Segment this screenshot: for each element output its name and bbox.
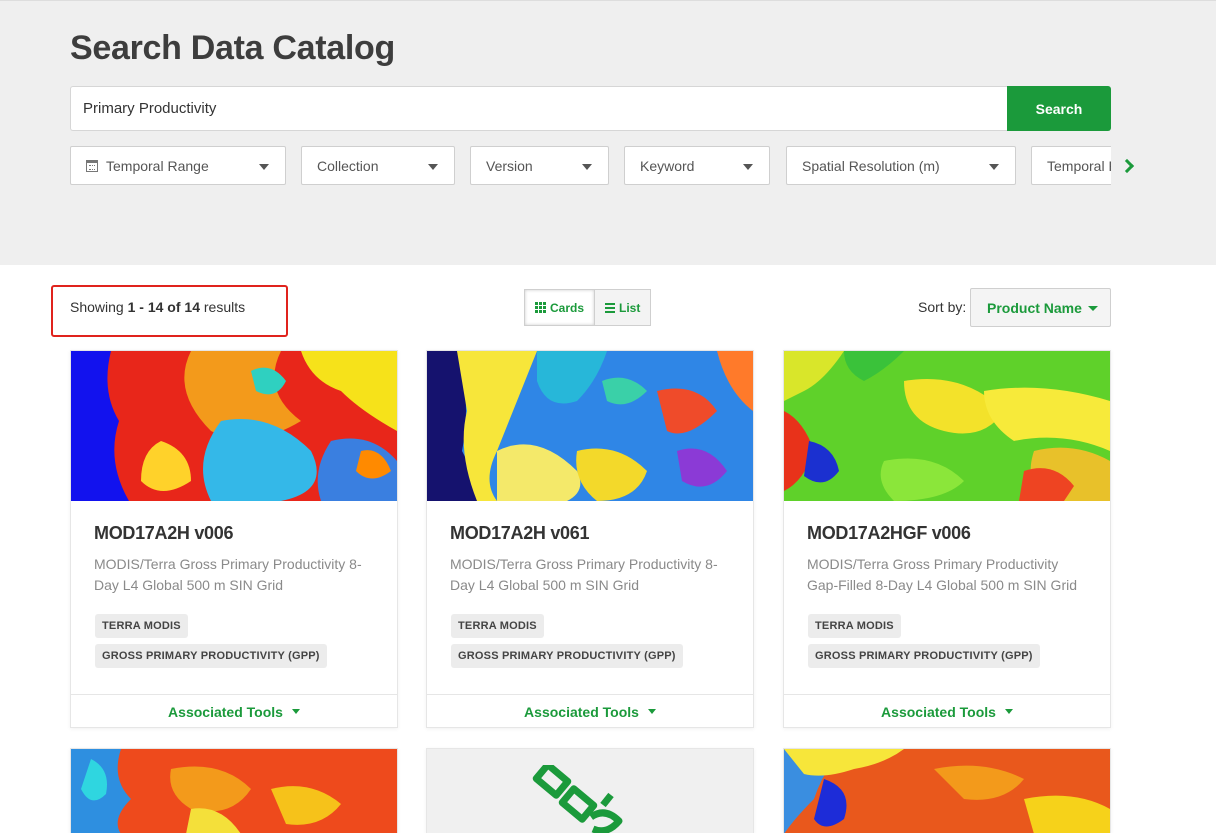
product-thumbnail — [71, 749, 397, 833]
filter-label: Temporal Resolution — [1047, 157, 1111, 174]
filter-label: Collection — [317, 157, 379, 174]
caret-down-icon — [647, 709, 656, 714]
filter-label: Temporal Range — [106, 157, 209, 174]
caret-down-icon — [582, 164, 592, 170]
annotation-highlight-box — [51, 285, 288, 337]
associated-tools-label: Associated Tools — [881, 703, 996, 720]
instrument-tag[interactable]: TERRA MODIS — [95, 614, 188, 638]
card-title[interactable]: MOD17A2H v006 — [94, 523, 233, 544]
spatial-resolution-filter[interactable]: Spatial Resolution (m) — [786, 146, 1016, 185]
sort-label: Sort by: — [918, 299, 967, 315]
filter-label: Version — [486, 157, 533, 174]
card-title[interactable]: MOD17A2H v061 — [450, 523, 589, 544]
keyword-filter[interactable]: Keyword — [624, 146, 770, 185]
cards-view-button[interactable]: Cards — [524, 289, 596, 326]
sort-select[interactable]: Product Name — [970, 288, 1111, 327]
view-toggle: Cards List — [524, 289, 652, 326]
instrument-tag[interactable]: TERRA MODIS — [451, 614, 544, 638]
product-card[interactable]: MOD17A2H v006 MODIS/Terra Gross Primary … — [70, 350, 398, 728]
card-description: MODIS/Terra Gross Primary Productivity G… — [807, 556, 1077, 593]
keyword-tag[interactable]: GROSS PRIMARY PRODUCTIVITY (GPP) — [808, 644, 1040, 668]
product-thumbnail — [427, 351, 753, 501]
product-thumbnail — [71, 351, 397, 501]
search-input[interactable] — [70, 86, 1008, 131]
grid-icon — [535, 302, 546, 313]
associated-tools-toggle[interactable]: Associated Tools — [784, 694, 1110, 727]
search-hero: Search Data Catalog Search Temporal Rang… — [0, 0, 1216, 265]
collection-filter[interactable]: Collection — [301, 146, 455, 185]
card-description: MODIS/Terra Gross Primary Productivity 8… — [450, 556, 718, 593]
version-filter[interactable]: Version — [470, 146, 609, 185]
associated-tools-label: Associated Tools — [168, 703, 283, 720]
card-title[interactable]: MOD17A2HGF v006 — [807, 523, 971, 544]
product-thumbnail — [784, 351, 1110, 501]
list-icon — [605, 302, 616, 313]
calendar-icon — [86, 159, 98, 172]
product-card[interactable] — [783, 748, 1111, 833]
satellite-icon — [532, 765, 623, 833]
caret-down-icon — [1004, 709, 1013, 714]
caret-down-icon — [1088, 306, 1098, 311]
sort-value: Product Name — [987, 299, 1082, 316]
caret-down-icon — [428, 164, 438, 170]
instrument-tag[interactable]: TERRA MODIS — [808, 614, 901, 638]
chevron-right-icon[interactable] — [1121, 158, 1133, 174]
temporal-resolution-filter[interactable]: Temporal Resolution — [1031, 146, 1111, 185]
product-card[interactable]: MOD17A2H v061 MODIS/Terra Gross Primary … — [426, 350, 754, 728]
search-button[interactable]: Search — [1007, 86, 1111, 131]
product-card[interactable] — [426, 748, 754, 833]
list-view-button[interactable]: List — [595, 289, 652, 326]
keyword-tag[interactable]: GROSS PRIMARY PRODUCTIVITY (GPP) — [451, 644, 683, 668]
caret-down-icon — [291, 709, 300, 714]
associated-tools-toggle[interactable]: Associated Tools — [71, 694, 397, 727]
caret-down-icon — [743, 164, 753, 170]
product-card[interactable] — [70, 748, 398, 833]
associated-tools-toggle[interactable]: Associated Tools — [427, 694, 753, 727]
temporal-range-filter[interactable]: Temporal Range — [70, 146, 286, 185]
caret-down-icon — [259, 164, 269, 170]
page-title: Search Data Catalog — [70, 29, 395, 67]
filter-label: Spatial Resolution (m) — [802, 157, 940, 174]
list-view-label: List — [619, 300, 641, 315]
card-description: MODIS/Terra Gross Primary Productivity 8… — [94, 556, 362, 593]
product-card[interactable]: MOD17A2HGF v006 MODIS/Terra Gross Primar… — [783, 350, 1111, 728]
product-thumbnail — [784, 749, 1110, 833]
cards-view-label: Cards — [550, 300, 585, 315]
filter-label: Keyword — [640, 157, 695, 174]
caret-down-icon — [989, 164, 999, 170]
associated-tools-label: Associated Tools — [524, 703, 639, 720]
filter-strip: Temporal Range Collection Version Keywor… — [70, 146, 1111, 185]
keyword-tag[interactable]: GROSS PRIMARY PRODUCTIVITY (GPP) — [95, 644, 327, 668]
